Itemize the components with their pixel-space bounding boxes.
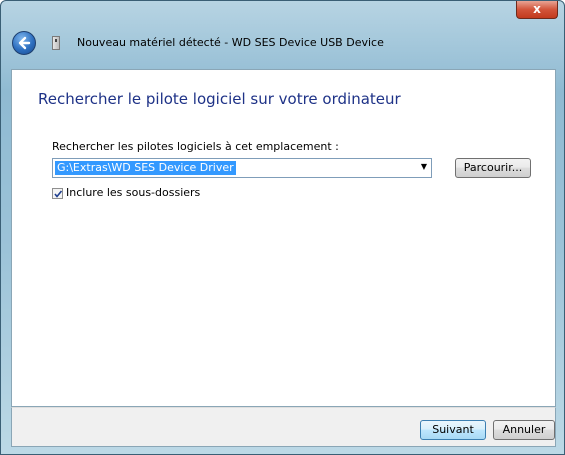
include-subfolders-label[interactable]: Inclure les sous-dossiers <box>66 186 200 199</box>
cancel-button[interactable]: Annuler <box>493 420 555 440</box>
close-button[interactable]: x <box>516 1 558 19</box>
footer-bar: Suivant Annuler <box>11 407 556 447</box>
checkmark-icon <box>54 190 63 198</box>
device-icon <box>52 36 60 50</box>
location-value[interactable]: G:\Extras\WD SES Device Driver <box>55 161 236 175</box>
content-panel: Rechercher le pilote logiciel sur votre … <box>11 69 556 407</box>
browse-button[interactable]: Parcourir... <box>455 158 531 178</box>
close-icon: x <box>533 2 541 16</box>
include-subfolders-checkbox[interactable] <box>52 188 63 199</box>
wizard-window: x Nouveau matériel détecté - WD SES Devi… <box>0 0 565 455</box>
back-button[interactable] <box>12 31 36 55</box>
next-button[interactable]: Suivant <box>420 420 486 440</box>
dropdown-arrow-icon[interactable]: ▼ <box>421 162 427 171</box>
page-heading: Rechercher le pilote logiciel sur votre … <box>38 90 401 108</box>
window-title: Nouveau matériel détecté - WD SES Device… <box>77 36 384 49</box>
location-combobox[interactable]: G:\Extras\WD SES Device Driver ▼ <box>52 158 432 178</box>
location-label: Rechercher les pilotes logiciels à cet e… <box>52 140 339 153</box>
back-arrow-icon <box>18 36 31 50</box>
title-area: Nouveau matériel détecté - WD SES Device… <box>2 19 563 69</box>
